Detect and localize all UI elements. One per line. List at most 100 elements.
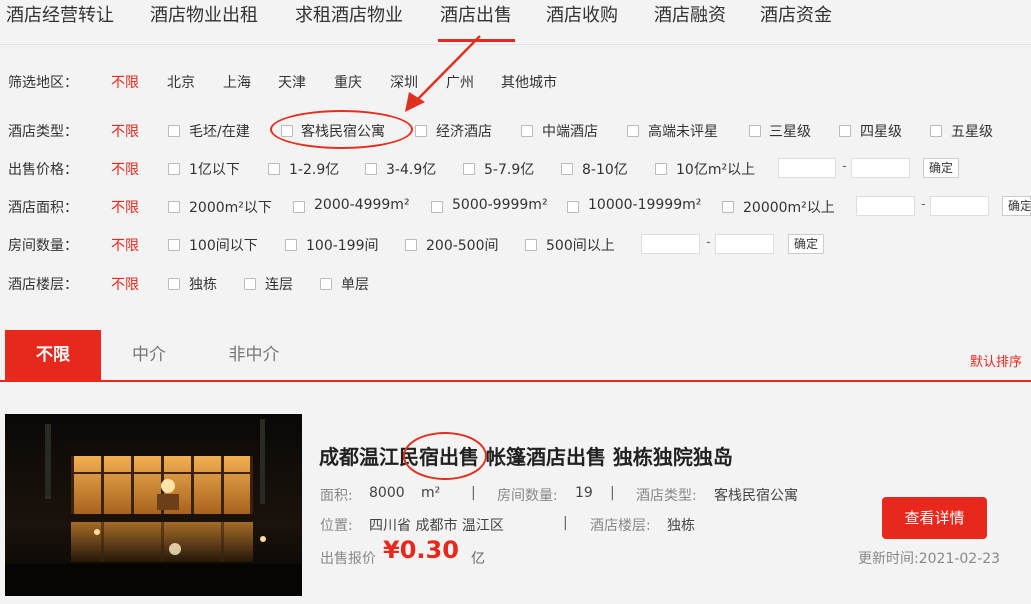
area-option-4[interactable]: 10000-19999m²	[588, 197, 701, 213]
floors-checkbox-single[interactable]	[320, 278, 332, 290]
price-min-input[interactable]	[778, 158, 836, 178]
price-max-input[interactable]	[851, 158, 910, 178]
rooms-checkbox-4[interactable]	[525, 239, 537, 251]
region-other[interactable]: 其他城市	[501, 72, 557, 92]
listing-price: ¥0.30	[383, 536, 459, 564]
annotation-circle-title	[403, 432, 487, 480]
nav-item-acquisition[interactable]: 酒店收购	[546, 2, 618, 30]
nav-item-sale[interactable]: 酒店出售	[440, 2, 512, 30]
price-range-dash: -	[842, 159, 847, 174]
nav-item-rent-wanted[interactable]: 求租酒店物业	[295, 2, 403, 30]
update-time: 更新时间:2021-02-23	[858, 548, 1000, 568]
price-checkbox-5[interactable]	[561, 163, 573, 175]
floors-standalone[interactable]: 独栋	[189, 274, 217, 294]
nav-item-capital[interactable]: 酒店资金	[760, 2, 832, 30]
price-checkbox-4[interactable]	[463, 163, 475, 175]
price-checkbox-2[interactable]	[268, 163, 280, 175]
listing-title[interactable]: 成都温江民宿出售 帐篷酒店出售 独栋独院独岛	[319, 441, 733, 470]
annotation-circle-inn	[270, 110, 413, 149]
price-checkbox-1[interactable]	[168, 163, 180, 175]
price-confirm-button[interactable]: 确定	[923, 158, 960, 178]
floor-meta-value: 独栋	[667, 518, 695, 534]
rooms-option-4[interactable]: 500间以上	[546, 235, 615, 255]
area-option-1[interactable]: 2000m²以下	[189, 197, 272, 217]
tab-bar-line	[0, 380, 1031, 382]
rooms-option-3[interactable]: 200-500间	[426, 235, 499, 255]
type-checkbox-economy[interactable]	[415, 125, 427, 137]
region-shanghai[interactable]: 上海	[223, 72, 251, 92]
price-option-1[interactable]: 1亿以下	[189, 159, 240, 179]
separator: |	[563, 515, 568, 531]
type-meta-label: 酒店类型:	[636, 488, 697, 504]
rooms-all[interactable]: 不限	[111, 235, 139, 255]
area-label: 酒店面积：	[8, 200, 78, 216]
view-details-button[interactable]: 查看详情	[882, 497, 987, 539]
type-all[interactable]: 不限	[111, 121, 139, 141]
rooms-checkbox-3[interactable]	[405, 239, 417, 251]
rooms-max-input[interactable]	[715, 234, 774, 254]
type-4star[interactable]: 四星级	[860, 121, 902, 141]
type-checkbox-3star[interactable]	[749, 125, 761, 137]
rooms-option-2[interactable]: 100-199间	[306, 235, 379, 255]
type-economy[interactable]: 经济酒店	[436, 121, 492, 141]
type-checkbox-upscale[interactable]	[627, 125, 639, 137]
type-checkbox-unfinished[interactable]	[168, 125, 180, 137]
floors-all[interactable]: 不限	[111, 274, 139, 294]
area-min-input[interactable]	[856, 196, 915, 216]
area-checkbox-2[interactable]	[293, 201, 305, 213]
region-shenzhen[interactable]: 深圳	[390, 72, 418, 92]
region-tianjin[interactable]: 天津	[278, 72, 306, 92]
area-checkbox-5[interactable]	[722, 201, 734, 213]
type-checkbox-midscale[interactable]	[521, 125, 533, 137]
region-guangzhou[interactable]: 广州	[446, 72, 474, 92]
separator: |	[610, 485, 615, 501]
separator: |	[471, 485, 476, 501]
area-max-input[interactable]	[930, 196, 989, 216]
nav-item-lease[interactable]: 酒店物业出租	[150, 2, 258, 30]
price-all[interactable]: 不限	[111, 159, 139, 179]
area-checkbox-4[interactable]	[567, 201, 579, 213]
rooms-option-1[interactable]: 100间以下	[189, 235, 258, 255]
price-option-2[interactable]: 1-2.9亿	[289, 159, 339, 179]
tab-non-agent[interactable]: 非中介	[215, 330, 293, 380]
tab-agent[interactable]: 中介	[110, 330, 188, 380]
price-option-4[interactable]: 5-7.9亿	[484, 159, 534, 179]
type-upscale[interactable]: 高端未评星	[648, 121, 718, 141]
price-option-3[interactable]: 3-4.9亿	[386, 159, 436, 179]
type-5star[interactable]: 五星级	[951, 121, 993, 141]
area-confirm-button[interactable]: 确定	[1002, 196, 1031, 216]
price-option-6[interactable]: 10亿m²以上	[676, 159, 755, 179]
region-beijing[interactable]: 北京	[167, 72, 195, 92]
type-midscale[interactable]: 中端酒店	[542, 121, 598, 141]
rooms-checkbox-1[interactable]	[168, 239, 180, 251]
area-option-5[interactable]: 20000m²以上	[743, 197, 835, 217]
type-checkbox-4star[interactable]	[839, 125, 851, 137]
type-unfinished[interactable]: 毛坯/在建	[189, 121, 250, 141]
location-meta-label: 位置:	[320, 518, 353, 534]
area-option-2[interactable]: 2000-4999m²	[314, 197, 410, 213]
rooms-min-input[interactable]	[641, 234, 700, 254]
nav-item-transfer[interactable]: 酒店经营转让	[6, 2, 114, 30]
floors-checkbox-multi[interactable]	[244, 278, 256, 290]
rooms-checkbox-2[interactable]	[285, 239, 297, 251]
region-chongqing[interactable]: 重庆	[334, 72, 362, 92]
area-checkbox-1[interactable]	[168, 201, 180, 213]
area-checkbox-3[interactable]	[431, 201, 443, 213]
region-all[interactable]: 不限	[111, 72, 139, 92]
area-all[interactable]: 不限	[111, 197, 139, 217]
rooms-confirm-button[interactable]: 确定	[788, 234, 825, 254]
floors-multi[interactable]: 连层	[265, 274, 293, 294]
listing-thumbnail[interactable]	[5, 414, 302, 596]
tab-all[interactable]: 不限	[5, 330, 101, 380]
area-option-3[interactable]: 5000-9999m²	[452, 197, 548, 213]
price-checkbox-3[interactable]	[365, 163, 377, 175]
type-3star[interactable]: 三星级	[769, 121, 811, 141]
sort-default[interactable]: 默认排序	[970, 351, 1022, 370]
floors-single[interactable]: 单层	[341, 274, 369, 294]
area-meta-unit: m²	[421, 485, 441, 501]
nav-item-financing[interactable]: 酒店融资	[654, 2, 726, 30]
price-option-5[interactable]: 8-10亿	[582, 159, 628, 179]
type-checkbox-5star[interactable]	[930, 125, 942, 137]
floors-checkbox-standalone[interactable]	[168, 278, 180, 290]
price-checkbox-6[interactable]	[655, 163, 667, 175]
